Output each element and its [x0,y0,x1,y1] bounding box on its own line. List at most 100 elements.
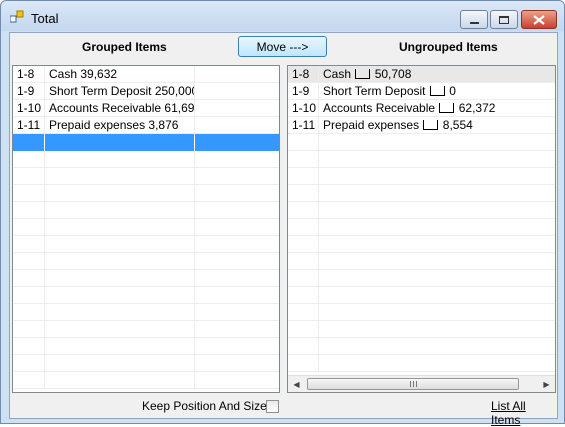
empty-cell [195,304,279,321]
empty-cell [319,151,555,168]
ungrouped-row[interactable]: 1-11 Prepaid expenses 8,554 [288,117,555,134]
empty-cell [195,253,279,270]
grouped-row[interactable]: 1-8 Cash 39,632 [13,66,279,83]
grouped-extra [195,117,279,134]
empty-cell [45,236,195,253]
horizontal-scrollbar[interactable]: ◀ ▶ [288,375,555,392]
empty-cell [319,236,555,253]
ungrouped-code: 1-10 [288,100,319,117]
empty-cell [45,321,195,338]
empty-cell [288,338,319,355]
minimize-button[interactable] [460,10,488,29]
keep-position-checkbox[interactable] [266,400,279,413]
empty-cell [288,219,319,236]
grip-icon [409,381,417,387]
empty-cell [195,355,279,372]
ungrouped-items-heading: Ungrouped Items [399,40,498,54]
empty-row [13,372,279,389]
empty-cell [288,270,319,287]
empty-cell [13,338,45,355]
empty-cell [319,253,555,270]
empty-row [288,253,555,270]
grouped-code: 1-10 [13,100,45,117]
empty-cell [45,338,195,355]
grouped-name: Accounts Receivable 61,691 [45,100,195,117]
list-all-items-link[interactable]: List All Items [491,399,557,427]
empty-row [288,219,555,236]
empty-cell [288,151,319,168]
ungrouped-amount: 0 [449,84,456,98]
ungrouped-row[interactable]: 1-9 Short Term Deposit 0 [288,83,555,100]
empty-cell [45,219,195,236]
scroll-left-button[interactable]: ◀ [288,376,305,392]
move-button[interactable]: Move ---> [238,36,327,57]
empty-cell [45,168,195,185]
title-bar[interactable]: Total [1,1,564,31]
empty-cell [288,185,319,202]
empty-cell [13,236,45,253]
empty-cell [288,321,319,338]
empty-cell [45,253,195,270]
empty-cell [195,151,279,168]
empty-cell [13,202,45,219]
grouped-code: 1-11 [13,117,45,134]
grouped-items-list[interactable]: 1-8 Cash 39,632 1-9 Short Term Deposit 2… [12,65,280,393]
checkbox-placeholder-icon [439,103,455,113]
scroll-right-button[interactable]: ▶ [538,376,555,392]
empty-cell [13,219,45,236]
grouped-row-selected-empty[interactable] [13,134,279,151]
ungrouped-name: Accounts Receivable [323,101,436,115]
empty-row [13,151,279,168]
keep-position-label: Keep Position And Size [142,399,267,413]
empty-cell [195,236,279,253]
ungrouped-items-list[interactable]: 1-8 Cash 50,708 1-9 Short Term Deposit 0… [287,65,556,393]
ungrouped-row[interactable]: 1-10 Accounts Receivable 62,372 [288,100,555,117]
checkbox-placeholder-icon [355,69,371,79]
empty-cell [45,185,195,202]
empty-cell [45,151,195,168]
empty-cell [13,270,45,287]
empty-row [288,304,555,321]
empty-cell [13,287,45,304]
ungrouped-row[interactable]: 1-8 Cash 50,708 [288,66,555,83]
empty-cell [13,372,45,389]
grouped-row[interactable]: 1-11 Prepaid expenses 3,876 [13,117,279,134]
empty-cell [13,355,45,372]
empty-row [288,168,555,185]
empty-cell [288,202,319,219]
empty-row [13,355,279,372]
grouped-extra [195,134,279,151]
grouped-row[interactable]: 1-9 Short Term Deposit 250,000 [13,83,279,100]
grouped-code [13,134,45,151]
maximize-button[interactable] [490,10,518,29]
ungrouped-code: 1-11 [288,117,319,134]
empty-row [13,219,279,236]
close-button[interactable] [521,10,557,29]
grouped-code: 1-9 [13,83,45,100]
empty-cell [288,304,319,321]
empty-cell [319,185,555,202]
checkbox-placeholder-icon [429,86,445,96]
grouped-row[interactable]: 1-10 Accounts Receivable 61,691 [13,100,279,117]
grouped-name: Cash 39,632 [45,66,195,83]
maximize-icon [499,15,509,24]
arrow-right-icon: ▶ [543,380,550,389]
empty-cell [13,253,45,270]
empty-row [13,321,279,338]
empty-row [288,338,555,355]
empty-row [288,355,555,372]
ungrouped-amount: 50,708 [374,67,412,81]
empty-cell [288,253,319,270]
empty-cell [319,134,555,151]
client-area: Grouped Items Move ---> Ungrouped Items … [9,32,558,427]
empty-row [288,236,555,253]
empty-cell [13,168,45,185]
empty-cell [45,202,195,219]
empty-cell [13,321,45,338]
app-grid-icon [10,10,24,23]
grouped-code: 1-8 [13,66,45,83]
ungrouped-name-cell: Prepaid expenses 8,554 [319,117,555,134]
empty-row [288,185,555,202]
empty-cell [195,372,279,389]
scroll-thumb[interactable] [307,378,519,390]
